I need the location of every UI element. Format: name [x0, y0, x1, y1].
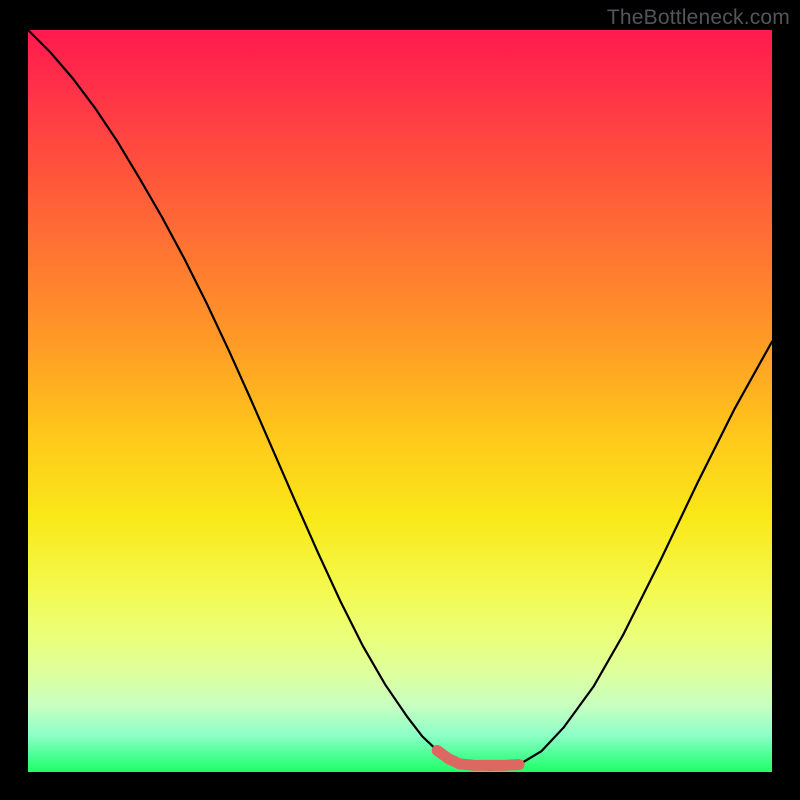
curve-layer: [28, 30, 772, 772]
bottleneck-flat-marker: [437, 750, 519, 765]
watermark-text: TheBottleneck.com: [607, 6, 790, 30]
plot-area: [28, 30, 772, 772]
chart-frame: TheBottleneck.com: [0, 0, 800, 800]
bottleneck-curve: [28, 30, 772, 770]
